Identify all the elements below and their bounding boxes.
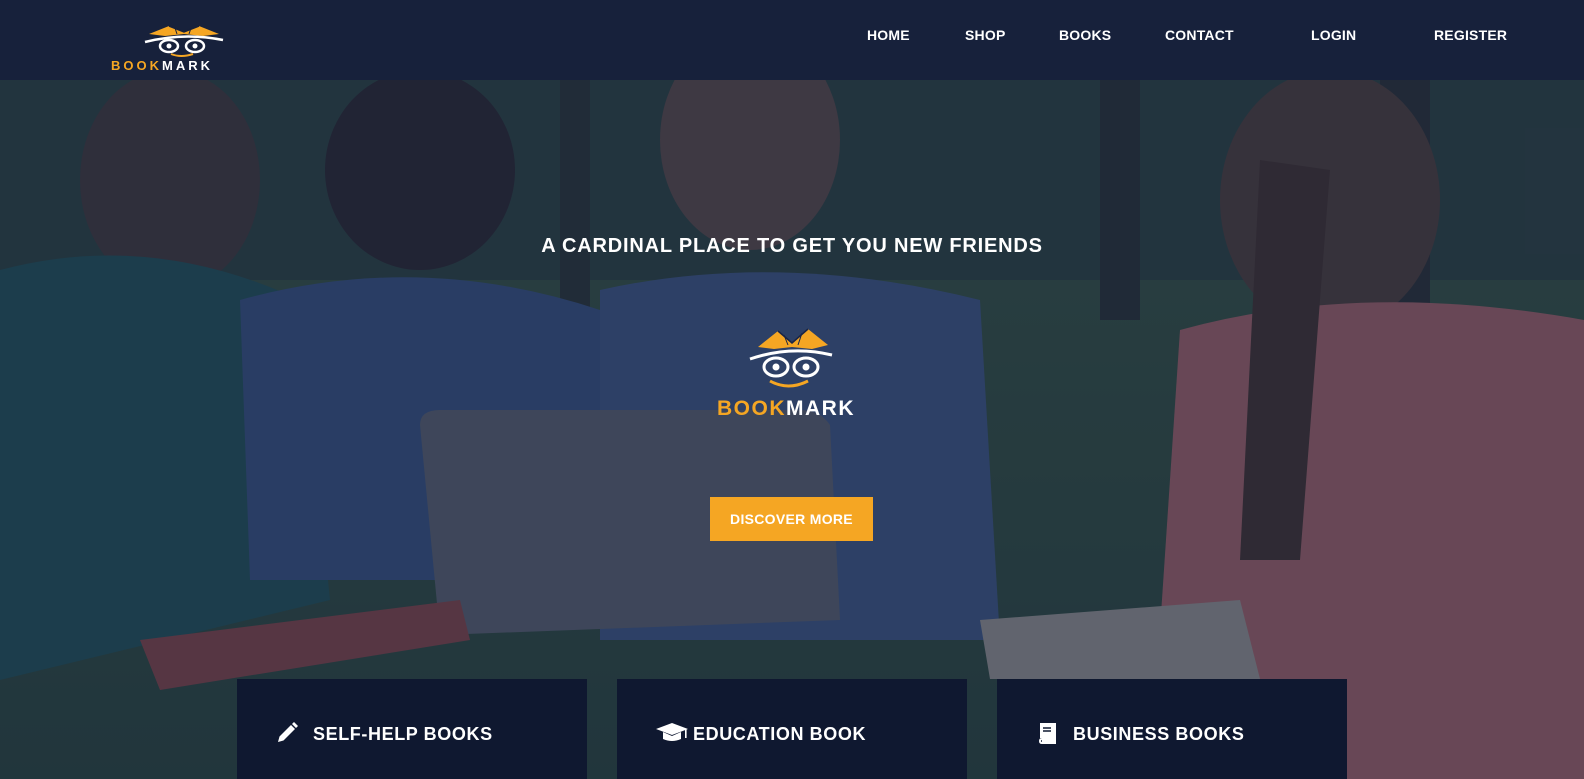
logo-text-book: BOOK bbox=[111, 58, 162, 73]
hero-tagline: A CARDINAL PLACE TO GET YOU NEW FRIENDS bbox=[541, 235, 1043, 257]
category-card-education[interactable]: EDUCATION BOOK bbox=[617, 679, 967, 779]
category-label: BUSINESS BOOKS bbox=[1073, 724, 1245, 744]
category-card-business[interactable]: BUSINESS BOOKS bbox=[997, 679, 1347, 779]
logo-text-mark: MARK bbox=[786, 397, 855, 420]
category-label: EDUCATION BOOK bbox=[693, 724, 867, 744]
book-icon bbox=[1038, 723, 1056, 744]
site-header: BOOKMARK HOME SHOP BOOKS CONTACT LOGIN R… bbox=[0, 0, 1584, 80]
nav-login[interactable]: LOGIN bbox=[1311, 27, 1356, 43]
logo-text-book: BOOK bbox=[717, 397, 786, 420]
main-nav: HOME SHOP BOOKS CONTACT LOGIN REGISTER bbox=[0, 27, 1584, 47]
nav-shop[interactable]: SHOP bbox=[965, 27, 1005, 43]
category-card-self-help[interactable]: SELF-HELP BOOKS bbox=[237, 679, 587, 779]
logo-mark-icon bbox=[749, 328, 833, 388]
hero-logo: BOOKMARK bbox=[712, 325, 872, 425]
nav-home[interactable]: HOME bbox=[867, 27, 910, 43]
pencil-icon bbox=[278, 722, 298, 742]
category-label: SELF-HELP BOOKS bbox=[313, 724, 493, 744]
hero-logo-wordmark: BOOKMARK bbox=[717, 397, 855, 421]
logo-wordmark: BOOKMARK bbox=[111, 58, 213, 73]
hero-overlay bbox=[0, 80, 1584, 779]
nav-register[interactable]: REGISTER bbox=[1434, 27, 1507, 43]
logo-text-mark: MARK bbox=[162, 58, 213, 73]
graduation-cap-icon bbox=[656, 723, 688, 741]
nav-books[interactable]: BOOKS bbox=[1059, 27, 1111, 43]
hero-section: A CARDINAL PLACE TO GET YOU NEW FRIENDS … bbox=[0, 80, 1584, 779]
discover-more-button[interactable]: DISCOVER MORE bbox=[710, 497, 873, 541]
nav-contact[interactable]: CONTACT bbox=[1165, 27, 1234, 43]
